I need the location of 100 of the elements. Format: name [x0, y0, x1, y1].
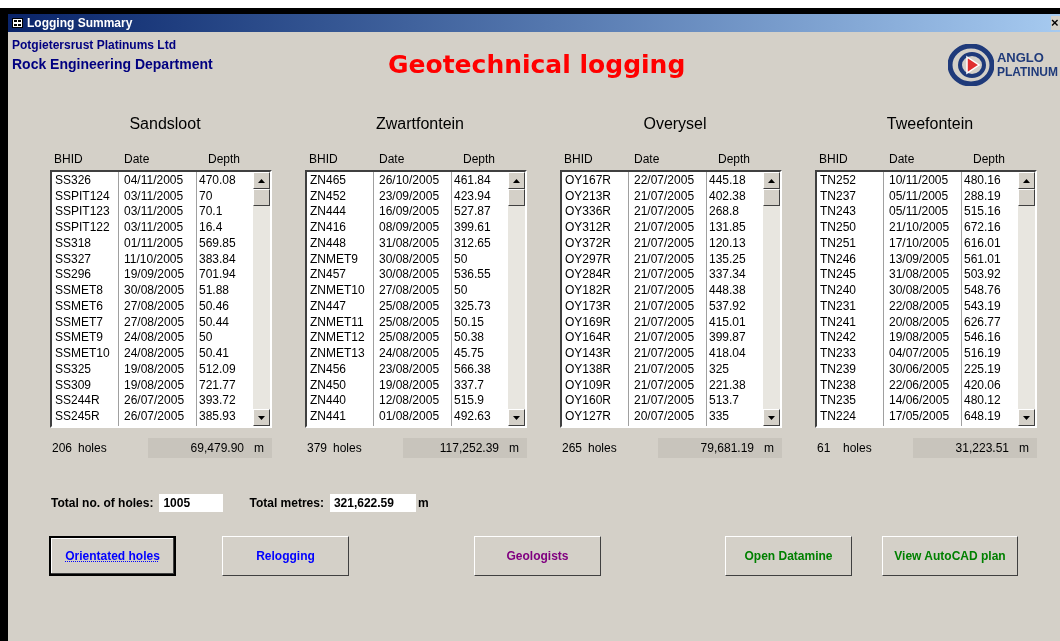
- logo-icon: [947, 44, 994, 86]
- table-cell-text: 325: [708, 361, 730, 376]
- scroll-thumb[interactable]: [1018, 189, 1035, 206]
- down-arrow-icon: [1023, 415, 1030, 420]
- table-cell-text: ZNMET11: [309, 314, 365, 329]
- table-cell-text: OY160R: [564, 393, 613, 408]
- unit-label: m: [417, 495, 429, 512]
- table-cell-text: 26/07/2005: [123, 393, 186, 408]
- table-cell-text: 503.92: [963, 267, 1001, 282]
- scroll-thumb[interactable]: [508, 189, 525, 206]
- table-cell-text: 546.16: [963, 330, 1001, 345]
- table-cell-text: 03/11/2005: [123, 188, 185, 203]
- action-button[interactable]: Orientated holes: [49, 536, 176, 576]
- window-icon: [12, 18, 23, 28]
- table-cell-text: TN233: [819, 346, 858, 361]
- table-cell-text: 21/07/2005: [633, 377, 696, 392]
- holes-list[interactable]: [560, 170, 782, 428]
- up-arrow-icon: [258, 178, 265, 183]
- scrollbar[interactable]: [763, 172, 780, 426]
- table-cell-text: 17/10/2005: [888, 235, 951, 250]
- scroll-down-button[interactable]: [1018, 409, 1035, 426]
- scrollbar[interactable]: [508, 172, 525, 426]
- table-cell-text: 70: [198, 188, 213, 203]
- holes-label: holes: [78, 440, 108, 457]
- table-cell-text: 337.7: [453, 377, 485, 392]
- table-cell-text: 569.85: [198, 235, 236, 250]
- action-button[interactable]: Geologists: [474, 536, 601, 576]
- table-cell-text: TN240: [819, 283, 858, 298]
- scrollbar[interactable]: [1018, 172, 1035, 426]
- table-cell-text: 24/08/2005: [123, 330, 186, 345]
- table-cell-text: 13/09/2005: [888, 251, 951, 266]
- table-cell-text: ZN416: [309, 220, 348, 235]
- table-cell-text: 21/07/2005: [633, 188, 696, 203]
- table-cell-text: OY138R: [564, 361, 613, 376]
- table-cell-text: 515.9: [453, 393, 485, 408]
- holes-label: holes: [333, 440, 363, 457]
- table-cell-text: OY336R: [564, 204, 613, 219]
- table-cell-text: TN231: [819, 298, 858, 313]
- table-cell-text: 616.01: [963, 235, 1001, 250]
- logo-text: ANGLO: [996, 51, 1045, 65]
- table-cell-text: 27/08/2005: [123, 298, 186, 313]
- scrollbar[interactable]: [253, 172, 270, 426]
- table-cell-text: 24/08/2005: [123, 346, 186, 361]
- table-cell-text: 470.08: [198, 172, 236, 187]
- scroll-up-button[interactable]: [508, 172, 525, 189]
- table-cell-text: 01/08/2005: [378, 409, 441, 424]
- column-header: BHID: [819, 151, 849, 168]
- table-cell-text: 21/07/2005: [633, 298, 696, 313]
- company-name: Potgietersrust Platinums Ltd: [12, 37, 178, 54]
- holes-list[interactable]: [50, 170, 272, 428]
- table-cell-text: 31/08/2005: [378, 235, 441, 250]
- metres-total-field: 69,479.90 m: [148, 438, 272, 458]
- action-button[interactable]: Relogging: [222, 536, 349, 576]
- table-cell-text: 50: [198, 330, 213, 345]
- table-cell-text: 27/08/2005: [123, 314, 186, 329]
- table-cell-text: 30/06/2005: [888, 361, 951, 376]
- action-button[interactable]: Open Datamine: [725, 536, 852, 576]
- site-title: Zwartfontein: [374, 114, 464, 134]
- up-arrow-icon: [1023, 178, 1030, 183]
- table-cell-text: 393.72: [198, 393, 236, 408]
- table-cell-text: 21/07/2005: [633, 330, 696, 345]
- scroll-down-button[interactable]: [508, 409, 525, 426]
- scroll-thumb[interactable]: [763, 189, 780, 206]
- table-cell-text: 51.88: [198, 283, 230, 298]
- table-cell-text: 19/08/2005: [123, 377, 186, 392]
- scroll-up-button[interactable]: [1018, 172, 1035, 189]
- table-cell-text: 448.38: [708, 283, 746, 298]
- table-cell-text: 383.84: [198, 251, 236, 266]
- table-cell-text: 23/08/2005: [378, 361, 441, 376]
- table-cell-text: 415.01: [708, 314, 746, 329]
- holes-list[interactable]: [305, 170, 527, 428]
- holes-list[interactable]: [815, 170, 1037, 428]
- table-cell-text: 21/07/2005: [633, 220, 696, 235]
- table-cell-text: 05/11/2005: [888, 188, 950, 203]
- table-cell-text: ZN456: [309, 361, 348, 376]
- table-cell-text: TN237: [819, 188, 858, 203]
- table-cell-text: 22/07/2005: [633, 172, 696, 187]
- action-button[interactable]: View AutoCAD plan: [882, 536, 1018, 576]
- table-cell-text: 21/07/2005: [633, 393, 696, 408]
- table-cell-text: 23/09/2005: [378, 188, 441, 203]
- table-cell-text: OY109R: [564, 377, 613, 392]
- scroll-down-button[interactable]: [763, 409, 780, 426]
- scroll-up-button[interactable]: [253, 172, 270, 189]
- column-header: Date: [378, 151, 406, 168]
- table-cell-text: SS245R: [54, 409, 101, 424]
- table-cell-text: 423.94: [453, 188, 491, 203]
- table-cell-text: 19/08/2005: [123, 361, 186, 376]
- column-header: Depth: [972, 151, 1007, 168]
- scroll-down-button[interactable]: [253, 409, 270, 426]
- metres-total-field: 79,681.19 m: [658, 438, 782, 458]
- scroll-up-button[interactable]: [763, 172, 780, 189]
- table-cell-text: 27/08/2005: [378, 283, 441, 298]
- scroll-thumb[interactable]: [253, 189, 270, 206]
- table-cell-text: SS327: [54, 251, 93, 266]
- close-button[interactable]: ×: [1051, 16, 1060, 30]
- table-cell-text: 445.18: [708, 172, 746, 187]
- holes-count: 206: [51, 440, 74, 457]
- table-cell-text: 221.38: [708, 377, 746, 392]
- total-holes-label: Total no. of holes:: [51, 495, 154, 512]
- table-cell-text: 225.19: [963, 361, 1001, 376]
